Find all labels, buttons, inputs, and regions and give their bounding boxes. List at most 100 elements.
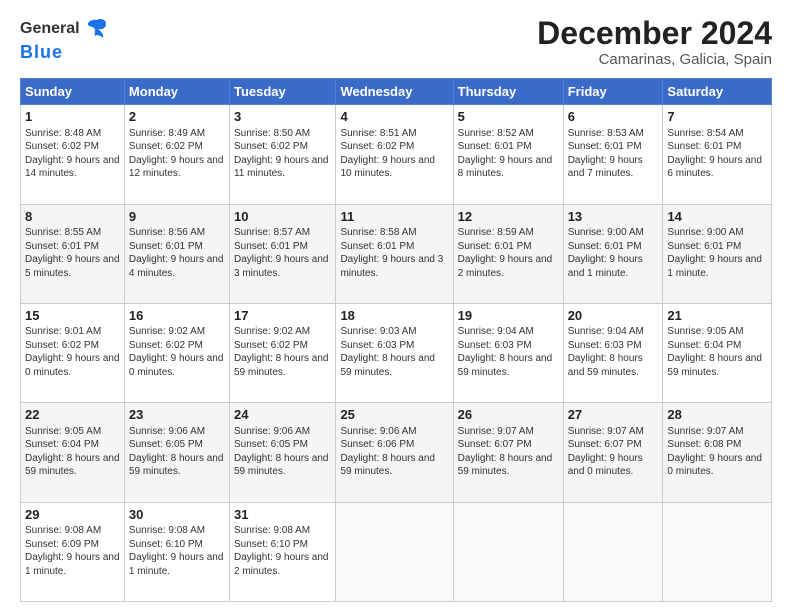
header: General Blue December 2024 Camarinas, Ga… <box>20 16 772 68</box>
calendar-cell <box>336 502 453 601</box>
calendar-cell: 11Sunrise: 8:58 AMSunset: 6:01 PMDayligh… <box>336 204 453 303</box>
sunrise-text: Sunrise: 8:49 AM <box>129 127 225 141</box>
calendar-cell: 24Sunrise: 9:06 AMSunset: 6:05 PMDayligh… <box>229 403 335 502</box>
sunset-text: Sunset: 6:08 PM <box>667 438 767 452</box>
calendar-week-4: 22Sunrise: 9:05 AMSunset: 6:04 PMDayligh… <box>21 403 772 502</box>
calendar-cell: 30Sunrise: 9:08 AMSunset: 6:10 PMDayligh… <box>124 502 229 601</box>
daylight-text: Daylight: 9 hours and 7 minutes. <box>568 154 659 181</box>
day-number: 4 <box>340 108 448 126</box>
calendar-cell: 19Sunrise: 9:04 AMSunset: 6:03 PMDayligh… <box>453 303 563 402</box>
day-number: 3 <box>234 108 331 126</box>
sunrise-text: Sunrise: 9:01 AM <box>25 325 120 339</box>
daylight-text: Daylight: 9 hours and 4 minutes. <box>129 253 225 280</box>
daylight-text: Daylight: 9 hours and 1 minute. <box>667 253 767 280</box>
daylight-text: Daylight: 9 hours and 10 minutes. <box>340 154 448 181</box>
day-number: 6 <box>568 108 659 126</box>
calendar-cell: 3Sunrise: 8:50 AMSunset: 6:02 PMDaylight… <box>229 105 335 204</box>
calendar-cell: 21Sunrise: 9:05 AMSunset: 6:04 PMDayligh… <box>663 303 772 402</box>
daylight-text: Daylight: 8 hours and 59 minutes. <box>458 352 559 379</box>
daylight-text: Daylight: 9 hours and 12 minutes. <box>129 154 225 181</box>
day-number: 27 <box>568 406 659 424</box>
sunset-text: Sunset: 6:02 PM <box>25 140 120 154</box>
sunrise-text: Sunrise: 8:59 AM <box>458 226 559 240</box>
day-number: 18 <box>340 307 448 325</box>
logo-bird-icon <box>84 16 110 42</box>
sunset-text: Sunset: 6:01 PM <box>129 240 225 254</box>
calendar-cell: 16Sunrise: 9:02 AMSunset: 6:02 PMDayligh… <box>124 303 229 402</box>
daylight-text: Daylight: 8 hours and 59 minutes. <box>129 452 225 479</box>
sunset-text: Sunset: 6:01 PM <box>234 240 331 254</box>
day-number: 11 <box>340 208 448 226</box>
sunrise-text: Sunrise: 8:48 AM <box>25 127 120 141</box>
sunset-text: Sunset: 6:03 PM <box>458 339 559 353</box>
sunset-text: Sunset: 6:07 PM <box>568 438 659 452</box>
sunset-text: Sunset: 6:01 PM <box>568 140 659 154</box>
sunrise-text: Sunrise: 9:06 AM <box>234 425 331 439</box>
calendar-cell: 27Sunrise: 9:07 AMSunset: 6:07 PMDayligh… <box>563 403 663 502</box>
calendar-cell: 23Sunrise: 9:06 AMSunset: 6:05 PMDayligh… <box>124 403 229 502</box>
day-number: 15 <box>25 307 120 325</box>
day-number: 2 <box>129 108 225 126</box>
day-number: 12 <box>458 208 559 226</box>
calendar-cell: 20Sunrise: 9:04 AMSunset: 6:03 PMDayligh… <box>563 303 663 402</box>
page: General Blue December 2024 Camarinas, Ga… <box>0 0 792 612</box>
sunrise-text: Sunrise: 8:52 AM <box>458 127 559 141</box>
daylight-text: Daylight: 9 hours and 14 minutes. <box>25 154 120 181</box>
calendar-cell: 25Sunrise: 9:06 AMSunset: 6:06 PMDayligh… <box>336 403 453 502</box>
daylight-text: Daylight: 9 hours and 0 minutes. <box>568 452 659 479</box>
sunrise-text: Sunrise: 9:06 AM <box>129 425 225 439</box>
sunrise-text: Sunrise: 8:54 AM <box>667 127 767 141</box>
calendar-week-2: 8Sunrise: 8:55 AMSunset: 6:01 PMDaylight… <box>21 204 772 303</box>
sunset-text: Sunset: 6:03 PM <box>340 339 448 353</box>
day-number: 25 <box>340 406 448 424</box>
daylight-text: Daylight: 8 hours and 59 minutes. <box>234 452 331 479</box>
day-number: 26 <box>458 406 559 424</box>
day-number: 8 <box>25 208 120 226</box>
calendar-table: SundayMondayTuesdayWednesdayThursdayFrid… <box>20 78 772 602</box>
calendar-cell: 22Sunrise: 9:05 AMSunset: 6:04 PMDayligh… <box>21 403 125 502</box>
calendar-subtitle: Camarinas, Galicia, Spain <box>537 51 772 68</box>
header-sunday: Sunday <box>21 79 125 105</box>
logo-row: General <box>20 16 110 42</box>
daylight-text: Daylight: 9 hours and 0 minutes. <box>129 352 225 379</box>
daylight-text: Daylight: 9 hours and 6 minutes. <box>667 154 767 181</box>
daylight-text: Daylight: 9 hours and 11 minutes. <box>234 154 331 181</box>
sunset-text: Sunset: 6:04 PM <box>667 339 767 353</box>
title-block: December 2024 Camarinas, Galicia, Spain <box>537 16 772 68</box>
calendar-cell <box>663 502 772 601</box>
logo-wrapper: General Blue <box>20 16 110 63</box>
sunset-text: Sunset: 6:02 PM <box>234 339 331 353</box>
sunset-text: Sunset: 6:03 PM <box>568 339 659 353</box>
sunset-text: Sunset: 6:01 PM <box>667 240 767 254</box>
sunrise-text: Sunrise: 9:08 AM <box>129 524 225 538</box>
calendar-cell: 26Sunrise: 9:07 AMSunset: 6:07 PMDayligh… <box>453 403 563 502</box>
sunrise-text: Sunrise: 9:02 AM <box>129 325 225 339</box>
calendar-cell: 6Sunrise: 8:53 AMSunset: 6:01 PMDaylight… <box>563 105 663 204</box>
day-number: 5 <box>458 108 559 126</box>
sunrise-text: Sunrise: 8:57 AM <box>234 226 331 240</box>
daylight-text: Daylight: 9 hours and 1 minute. <box>129 551 225 578</box>
header-saturday: Saturday <box>663 79 772 105</box>
daylight-text: Daylight: 9 hours and 1 minute. <box>568 253 659 280</box>
logo-blue-text: Blue <box>20 42 63 63</box>
daylight-text: Daylight: 8 hours and 59 minutes. <box>458 452 559 479</box>
sunset-text: Sunset: 6:01 PM <box>667 140 767 154</box>
sunset-text: Sunset: 6:02 PM <box>129 339 225 353</box>
calendar-cell: 1Sunrise: 8:48 AMSunset: 6:02 PMDaylight… <box>21 105 125 204</box>
sunset-text: Sunset: 6:09 PM <box>25 538 120 552</box>
sunset-text: Sunset: 6:01 PM <box>25 240 120 254</box>
sunrise-text: Sunrise: 9:04 AM <box>458 325 559 339</box>
daylight-text: Daylight: 8 hours and 59 minutes. <box>234 352 331 379</box>
day-number: 10 <box>234 208 331 226</box>
day-number: 1 <box>25 108 120 126</box>
daylight-text: Daylight: 8 hours and 59 minutes. <box>340 452 448 479</box>
sunrise-text: Sunrise: 9:03 AM <box>340 325 448 339</box>
day-number: 24 <box>234 406 331 424</box>
daylight-text: Daylight: 9 hours and 2 minutes. <box>234 551 331 578</box>
daylight-text: Daylight: 9 hours and 0 minutes. <box>25 352 120 379</box>
calendar-cell: 31Sunrise: 9:08 AMSunset: 6:10 PMDayligh… <box>229 502 335 601</box>
sunrise-text: Sunrise: 9:07 AM <box>458 425 559 439</box>
calendar-cell: 9Sunrise: 8:56 AMSunset: 6:01 PMDaylight… <box>124 204 229 303</box>
sunset-text: Sunset: 6:07 PM <box>458 438 559 452</box>
day-number: 30 <box>129 506 225 524</box>
